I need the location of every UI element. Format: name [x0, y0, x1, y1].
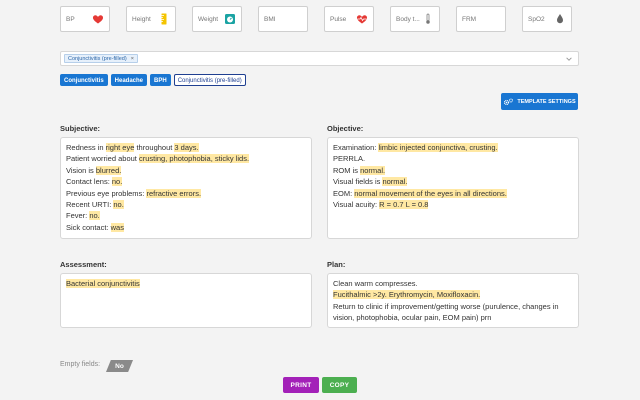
note-text: Sick contact: — [66, 222, 111, 232]
note-line: Return to clinic if improvement/getting … — [333, 301, 573, 324]
highlighted-text: normal. — [360, 165, 386, 175]
ruler-icon — [158, 13, 170, 25]
template-settings-label: TEMPLATE SETTINGS — [517, 98, 576, 105]
note-line: Bacterial conjunctivitis — [66, 278, 306, 289]
plan-label: Plan: — [327, 260, 346, 269]
note-line: ROM is normal. — [333, 165, 573, 176]
vital-spo2-field[interactable]: SpO2 — [522, 6, 572, 32]
note-line: Fever: no. — [66, 210, 306, 221]
note-text: Redness in — [66, 143, 106, 152]
vital-label: BP — [66, 16, 75, 23]
note-line: Contact lens: no. — [66, 176, 306, 187]
note-text: Clean warm compresses. — [333, 279, 418, 288]
highlighted-text: no. — [89, 211, 100, 221]
note-line: Recent URTI: no. — [66, 199, 306, 210]
heart-icon — [92, 13, 104, 25]
highlighted-text: no. — [111, 177, 123, 187]
note-line: Patient worried about crusting, photopho… — [66, 153, 306, 164]
note-text: Contact lens: — [66, 177, 112, 187]
selected-template-chip: Conjunctivitis (pre-filled) × — [64, 54, 138, 63]
template-select[interactable]: Conjunctivitis (pre-filled) × — [60, 51, 579, 66]
note-text: ROM is — [333, 165, 361, 175]
highlighted-text: right eye — [105, 143, 135, 152]
note-line: EOM: normal movement of the eyes in all … — [333, 188, 573, 199]
note-text: PERRLA. — [333, 154, 366, 164]
template-settings-button[interactable]: TEMPLATE SETTINGS — [501, 93, 578, 110]
scale-icon — [224, 13, 236, 25]
highlighted-text: was — [110, 222, 124, 232]
vital-pulse-field[interactable]: Pulse — [324, 6, 374, 32]
note-line: Visual fields is normal. — [333, 176, 573, 187]
highlighted-text: limbic injected conjunctiva, crusting. — [378, 143, 498, 152]
vitals-bar: BP Height Weight BMI Pulse Body t... FRM… — [60, 6, 572, 32]
note-line: Visual acuity: R = 0.7 L = 0.8 — [333, 199, 573, 210]
note-text: Visual fields is — [333, 177, 383, 187]
tag-headache[interactable]: Headache — [110, 74, 148, 86]
vital-bmi-field[interactable]: BMI — [258, 6, 308, 32]
note-line: Fucithalmic >2y. Erythromycin, Moxifloxa… — [333, 289, 573, 300]
note-text: Fever: — [66, 211, 90, 221]
vital-weight-field[interactable]: Weight — [192, 6, 242, 32]
empty-fields-label: Empty fields: — [60, 361, 101, 368]
vital-label: BMI — [264, 16, 276, 23]
objective-textarea[interactable]: Examination: limbic injected conjunctiva… — [327, 137, 579, 239]
highlighted-text: no. — [113, 200, 124, 210]
assessment-textarea[interactable]: Bacterial conjunctivitis — [60, 273, 312, 328]
vital-label: Height — [132, 16, 151, 23]
note-line: Sick contact: was — [66, 222, 306, 233]
chevron-down-icon[interactable] — [565, 55, 573, 63]
tag-bph[interactable]: BPH — [150, 74, 171, 86]
tag-conjunctivitis[interactable]: Conjunctivitis — [60, 74, 108, 86]
selected-template-label: Conjunctivitis (pre-filled) — [68, 56, 127, 62]
vital-body-temp-field[interactable]: Body t... — [390, 6, 440, 32]
subjective-textarea[interactable]: Redness in right eye throughout 3 days. P… — [60, 137, 312, 239]
heartbeat-icon — [356, 13, 368, 25]
vital-bp-field[interactable]: BP — [60, 6, 110, 32]
vital-frm-field[interactable]: FRM — [456, 6, 506, 32]
note-line: Redness in right eye throughout 3 days. — [66, 142, 306, 153]
note-text: throughout — [134, 143, 175, 152]
highlighted-text: Fucithalmic >2y. Erythromycin, Moxifloxa… — [333, 290, 481, 300]
thermometer-icon — [422, 13, 434, 25]
note-text: Examination: — [333, 143, 379, 152]
note-line: PERRLA. — [333, 153, 573, 164]
note-text: Visual acuity: — [333, 200, 380, 210]
template-tags: Conjunctivitis Headache BPH Conjunctivit… — [60, 74, 249, 86]
highlighted-text: Bacterial conjunctivitis — [66, 279, 140, 288]
highlighted-text: normal. — [382, 177, 408, 187]
note-text: Patient worried about — [66, 154, 139, 164]
remove-chip-icon[interactable]: × — [131, 56, 134, 62]
note-line: Clean warm compresses. — [333, 278, 573, 289]
highlighted-text: normal movement of the eyes in all direc… — [354, 188, 507, 198]
gears-icon — [503, 98, 514, 106]
empty-fields-toggle[interactable]: No — [106, 360, 133, 372]
subjective-label: Subjective: — [60, 124, 101, 133]
tag-conjunctivitis-prefilled[interactable]: Conjunctivitis (pre-filled) — [173, 74, 246, 86]
drop-icon — [554, 13, 566, 25]
assessment-label: Assessment: — [60, 260, 107, 269]
note-text: Previous eye problems: — [66, 188, 147, 198]
note-text: Vision is — [66, 165, 96, 175]
note-text: Recent URTI: — [66, 200, 114, 210]
copy-button[interactable]: COPY — [322, 377, 357, 393]
vital-label: Weight — [198, 16, 219, 23]
note-line: Previous eye problems: refractive errors… — [66, 188, 306, 199]
vital-label: Body t... — [396, 16, 420, 23]
vital-label: FRM — [462, 16, 477, 23]
vital-height-field[interactable]: Height — [126, 6, 176, 32]
note-text: Return to clinic if improvement/getting … — [333, 301, 559, 323]
note-line: Examination: limbic injected conjunctiva… — [333, 142, 573, 153]
highlighted-text: R = 0.7 L = 0.8 — [379, 200, 429, 210]
highlighted-text: 3 days. — [174, 143, 199, 152]
highlighted-text: blurred. — [95, 165, 122, 175]
plan-textarea[interactable]: Clean warm compresses. Fucithalmic >2y. E… — [327, 273, 579, 328]
note-text: EOM: — [333, 188, 355, 198]
vital-label: SpO2 — [528, 16, 545, 23]
print-button[interactable]: PRINT — [283, 377, 319, 393]
highlighted-text: crusting, photophobia, sticky lids. — [138, 154, 250, 164]
vital-label: Pulse — [330, 16, 347, 23]
note-line: Vision is blurred. — [66, 165, 306, 176]
highlighted-text: refractive errors. — [146, 188, 202, 198]
objective-label: Objective: — [327, 124, 364, 133]
